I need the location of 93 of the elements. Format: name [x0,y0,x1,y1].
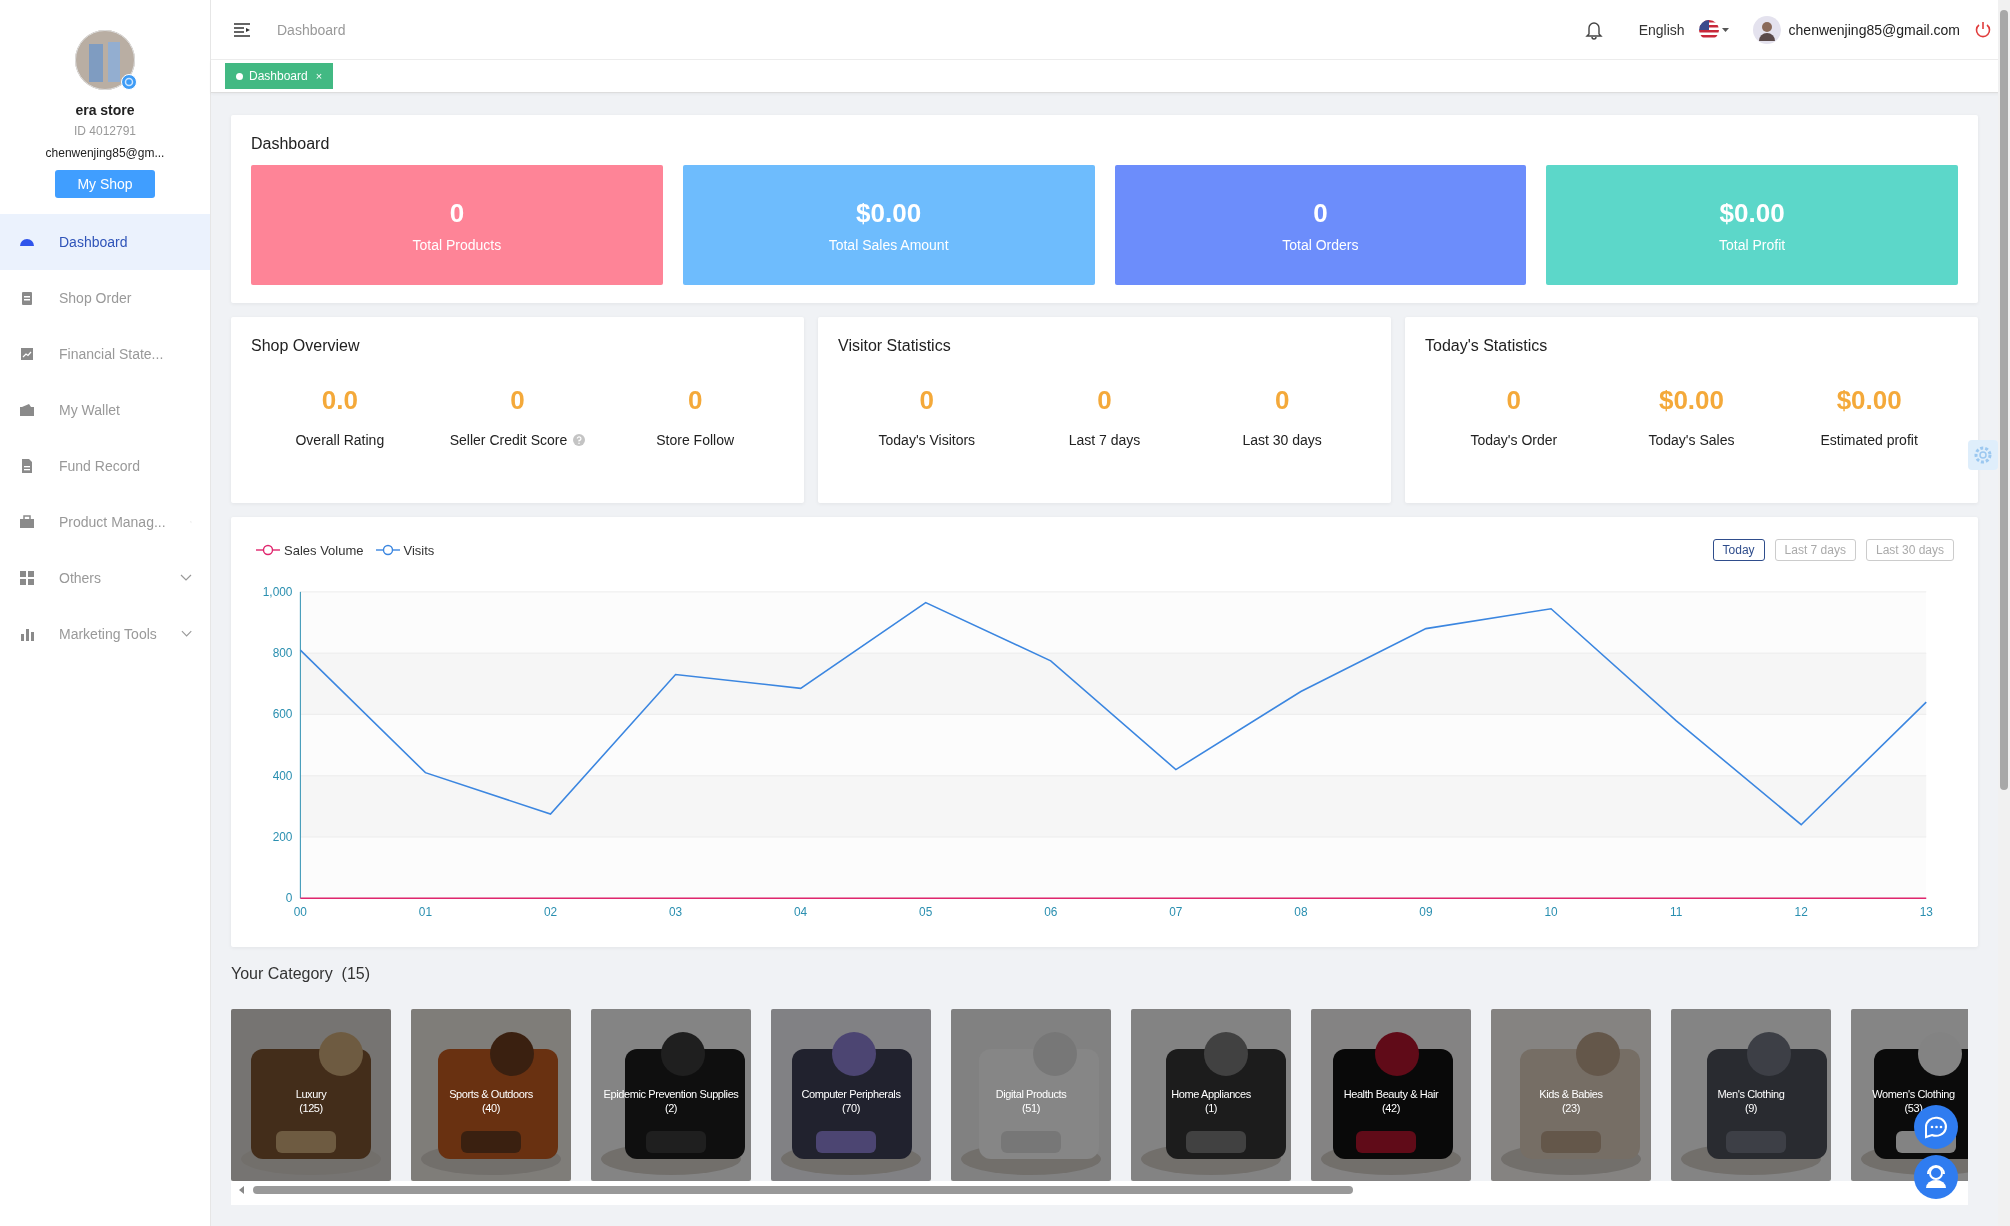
category-label: Kids & Babies (23) [1538,1087,1604,1115]
panel-title: Visitor Statistics [837,336,952,355]
notification-bell-icon[interactable] [1584,19,1603,40]
document-icon [19,458,35,474]
panel-title: Shop Overview [250,336,361,355]
section-title: Your Category (15) [231,965,372,983]
category-label: Men's Clothing (9) [1716,1087,1786,1115]
legend-marker-icon[interactable] [256,544,280,556]
stat-value: 0 [687,385,703,416]
stat-value: 0.0 [321,385,358,416]
legend-label[interactable]: Visits [403,542,435,558]
stat-value: 0 [1506,385,1522,416]
breadcrumb: Dashboard [277,21,346,38]
category-label: Home Appliances (1) [1170,1087,1252,1115]
stat-value: $0.00 [1658,385,1725,416]
stat-label: Estimated profit [1820,432,1918,448]
category-label: Epidemic Prevention Supplies (2) [602,1087,740,1115]
verified-icon [121,74,137,90]
x-axis-label: 12 [1794,905,1808,920]
user-avatar[interactable] [1752,15,1781,44]
store-id: ID 4012791 [73,124,137,138]
category-tile[interactable]: Men's Clothing (9) [1671,1009,1831,1181]
power-icon[interactable] [1974,20,1992,39]
stat-label: Seller Credit Score [449,432,568,448]
x-axis-label: 04 [794,905,808,920]
x-axis-label: 01 [418,905,433,920]
category-tile[interactable]: Health Beauty & Hair (42) [1311,1009,1471,1181]
y-axis-label: 400 [272,768,293,783]
category-tile[interactable]: Home Appliances (1) [1131,1009,1291,1181]
category-label: Sports & Outdoors (40) [448,1087,534,1115]
stat-tile: $0.00 Total Sales Amount [682,165,1095,285]
x-axis-label: 08 [1294,905,1308,920]
card-title: Dashboard [250,134,331,153]
stat-label: Today's Visitors [878,432,976,448]
chart-icon [19,346,35,362]
stat-value: 0 [1274,385,1290,416]
category-label: Health Beauty & Hair (42) [1342,1087,1440,1115]
x-axis-label: 07 [1169,905,1183,920]
stat-value: $0.00 [1836,385,1902,416]
x-axis-label: 13 [1919,905,1933,920]
stat-tile: 0 Total Products [251,165,663,285]
category-label: Luxury (125) [294,1087,328,1115]
stat-label: Store Follow [656,432,735,448]
support-agent-icon[interactable] [1914,1155,1958,1199]
user-email[interactable]: chenwenjing85@gmail.com [1788,21,1960,38]
menu-icon[interactable] [233,21,251,38]
category-tile[interactable]: Kids & Babies (23) [1491,1009,1651,1181]
grid-icon [19,570,35,586]
legend-label[interactable]: Sales Volume [284,542,364,558]
range-button[interactable]: Today [1712,539,1765,561]
category-tile[interactable]: Digital Products (51) [951,1009,1111,1181]
category-tile[interactable]: Luxury (125) [231,1009,391,1181]
store-email: chenwenjing85@gm... [45,146,165,160]
bar-chart-icon [19,626,35,642]
vertical-scrollbar[interactable] [1998,0,2010,1226]
stat-label: Last 30 days [1242,432,1322,448]
stat-label: Today's Sales [1648,432,1735,448]
category-tile[interactable]: Epidemic Prevention Supplies (2) [591,1009,751,1181]
y-axis-label: 0 [285,891,293,906]
x-axis-label: 09 [1419,905,1433,920]
stat-value: 0 [510,385,525,416]
stat-label: Today's Order [1470,432,1558,448]
store-name: era store [75,102,135,118]
language-selector[interactable]: English [1638,21,1685,38]
stat-tile: 0 Total Orders [1114,165,1527,285]
wallet-icon [19,402,35,418]
y-axis-label: 800 [272,646,293,661]
avatar [75,30,135,90]
category-tile[interactable]: Computer Peripherals (70) [771,1009,931,1181]
clipboard-icon [19,290,35,306]
x-axis-label: 10 [1544,905,1558,920]
stat-label: Overall Rating [295,432,385,448]
x-axis-label: 05 [919,905,933,920]
category-tile[interactable]: Sports & Outdoors (40) [411,1009,571,1181]
flag-icon[interactable] [1698,19,1731,40]
y-axis-label: 200 [272,829,293,844]
briefcase-icon [19,514,35,530]
stat-label: Last 7 days [1068,432,1141,448]
stat-value: 0 [1097,385,1112,416]
x-axis-label: 11 [1669,905,1683,920]
x-axis-label: 00 [293,905,307,920]
category-label: Digital Products (51) [994,1087,1068,1115]
y-axis-label: 600 [272,707,293,722]
panel-title: Today's Statistics [1424,336,1549,355]
sidebar-item[interactable]: Dashboard [0,214,210,270]
x-axis-label: 06 [1044,905,1058,920]
stat-value: 0 [919,385,935,416]
x-axis-label: 03 [668,905,683,920]
stat-tile: $0.00 Total Profit [1546,165,1958,285]
x-axis-label: 02 [543,905,558,920]
legend-marker-icon[interactable] [375,544,400,556]
category-label: Computer Peripherals (70) [800,1087,902,1115]
y-axis-label: 1,000 [262,584,293,599]
